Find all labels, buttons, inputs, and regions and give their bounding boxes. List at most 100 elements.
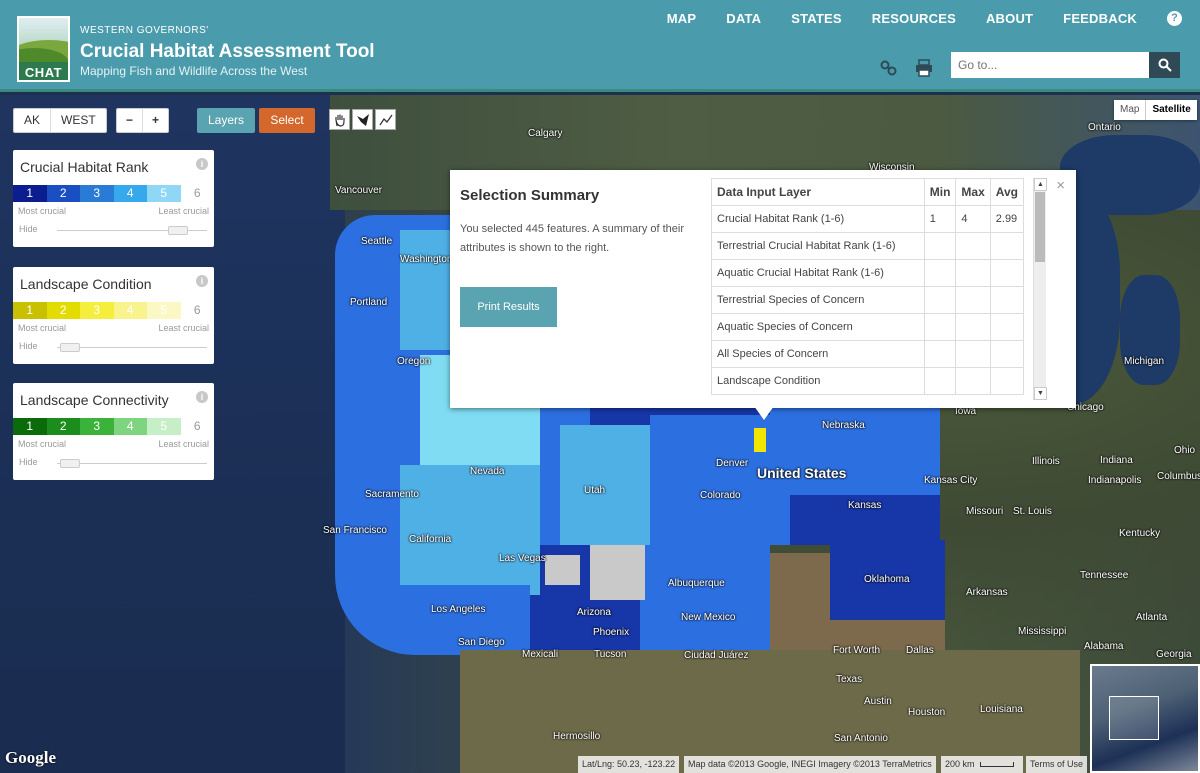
map-label: San Antonio [834,733,888,744]
legend-swatch[interactable]: 6 [180,185,214,202]
legend-swatch[interactable]: 2 [46,185,80,202]
map-type-map[interactable]: Map [1114,100,1145,120]
table-cell [923,340,957,368]
legend-title: Landscape Connectivity [20,392,169,408]
scroll-down-icon[interactable]: ▼ [1034,387,1047,400]
legend-swatch[interactable]: 4 [113,185,147,202]
overview-viewport[interactable] [1109,696,1159,740]
column-header[interactable]: Min [923,178,957,206]
legend-title: Crucial Habitat Rank [20,159,149,175]
map-label: Indianapolis [1088,475,1142,486]
app-title[interactable]: Crucial Habitat Assessment Tool [80,41,375,63]
zoom-in-button[interactable]: + [143,109,168,132]
table-row: Crucial Habitat Rank (1-6) 1 4 2.99 [711,205,1025,233]
popup-title: Selection Summary [460,187,600,204]
print-icon[interactable] [915,59,933,77]
map-type-satellite[interactable]: Satellite [1145,100,1196,120]
info-icon[interactable]: i [196,158,208,170]
nav-states[interactable]: STATES [791,11,842,26]
legend-panel: Landscape Condition i 1 2 3 4 5 6 Most crucial Le… [13,267,214,364]
terms-link[interactable]: Terms of Use [1026,756,1088,773]
legend-range: Most crucial Least crucial [18,439,209,449]
map-label: New Mexico [681,612,736,623]
legend-swatch[interactable]: 1 [13,418,47,435]
summary-table: Data Input Layer Min Max Avg Crucial Habita… [711,178,1025,395]
info-icon[interactable]: i [196,275,208,287]
scroll-thumb[interactable] [1035,192,1045,262]
org-name: WESTERN GOVERNORS' [80,25,209,36]
map-type-control: Map Satellite [1114,100,1197,120]
table-scrollbar[interactable]: ▲ ▼ [1033,178,1047,400]
opacity-slider-thumb[interactable] [60,459,80,468]
scroll-up-icon[interactable]: ▲ [1034,178,1047,191]
legend-swatch[interactable]: 3 [80,418,114,435]
polygon-tool[interactable] [352,109,373,130]
column-header[interactable]: Max [955,178,991,206]
opacity-slider-thumb[interactable] [60,343,80,352]
legend-swatch[interactable]: 3 [80,302,114,319]
legend-swatch[interactable]: 5 [147,185,181,202]
table-cell [989,340,1025,368]
opacity-slider-thumb[interactable] [168,226,188,235]
nav-resources[interactable]: RESOURCES [872,11,956,26]
map-label: Kentucky [1119,528,1161,539]
goto-search-input[interactable] [951,52,1149,78]
hide-label: Hide [19,457,38,467]
legend-swatch[interactable]: 1 [13,185,47,202]
selected-feature[interactable] [754,428,766,452]
legend-swatch[interactable]: 5 [147,302,181,319]
table-cell [989,286,1025,314]
region-ak-button[interactable]: AK [14,109,52,132]
table-cell: Crucial Habitat Rank (1-6) [711,205,925,233]
zoom-out-button[interactable]: − [117,109,144,132]
region-west-button[interactable]: WEST [51,109,106,132]
legend-range: Most crucial Least crucial [18,323,209,333]
table-cell: 1 [923,205,957,233]
map-label: Georgia [1156,649,1192,660]
legend-swatch[interactable]: 6 [180,418,214,435]
column-header[interactable]: Data Input Layer [711,178,925,206]
legend-swatch[interactable]: 3 [80,185,114,202]
link-icon[interactable] [880,59,898,77]
pan-tool[interactable] [329,109,350,130]
overview-map[interactable] [1090,664,1200,773]
nav-about[interactable]: ABOUT [986,11,1033,26]
map-attribution: Map data ©2013 Google, INEGI Imagery ©20… [684,756,936,773]
hide-label: Hide [19,341,38,351]
column-header[interactable]: Avg [989,178,1025,206]
legend-swatch[interactable]: 2 [46,418,80,435]
map-label: Los Angeles [431,604,486,615]
legend-swatch[interactable]: 6 [180,302,214,319]
summary-table-container[interactable]: Data Input Layer Min Max Avg Crucial Habita… [711,178,1047,400]
help-icon[interactable]: ? [1167,11,1182,26]
map-label: Hermosillo [553,731,601,742]
map-label: San Francisco [323,525,387,536]
scale-label: 200 km [945,759,975,769]
legend-swatch[interactable]: 4 [113,302,147,319]
search-button[interactable] [1149,52,1180,78]
legend-swatch[interactable]: 1 [13,302,47,319]
nav-data[interactable]: DATA [726,11,761,26]
legend-swatch[interactable]: 2 [46,302,80,319]
map-label: St. Louis [1013,506,1052,517]
map-label: Vancouver [335,185,383,196]
print-results-button[interactable]: Print Results [460,287,557,327]
legend-swatch[interactable]: 5 [147,418,181,435]
legend-swatch[interactable]: 4 [113,418,147,435]
table-cell [923,286,957,314]
chat-logo[interactable]: CHAT [17,16,70,82]
legend-left-label: Most crucial [18,439,67,449]
map-label: Las Vegas [499,553,546,564]
info-icon[interactable]: i [196,391,208,403]
legend-panel: Landscape Connectivity i 1 2 3 4 5 6 Most crucia… [13,383,214,480]
nav-map[interactable]: MAP [667,11,697,26]
map-label: Sacramento [365,489,419,500]
table-cell [989,259,1025,287]
select-button[interactable]: Select [259,108,315,133]
nav-feedback[interactable]: FEEDBACK [1063,11,1137,26]
map-label: Missouri [966,506,1004,517]
google-logo: Google [5,748,56,767]
line-tool[interactable] [375,109,396,130]
layers-button[interactable]: Layers [197,108,255,133]
close-icon[interactable]: × [1056,177,1065,194]
